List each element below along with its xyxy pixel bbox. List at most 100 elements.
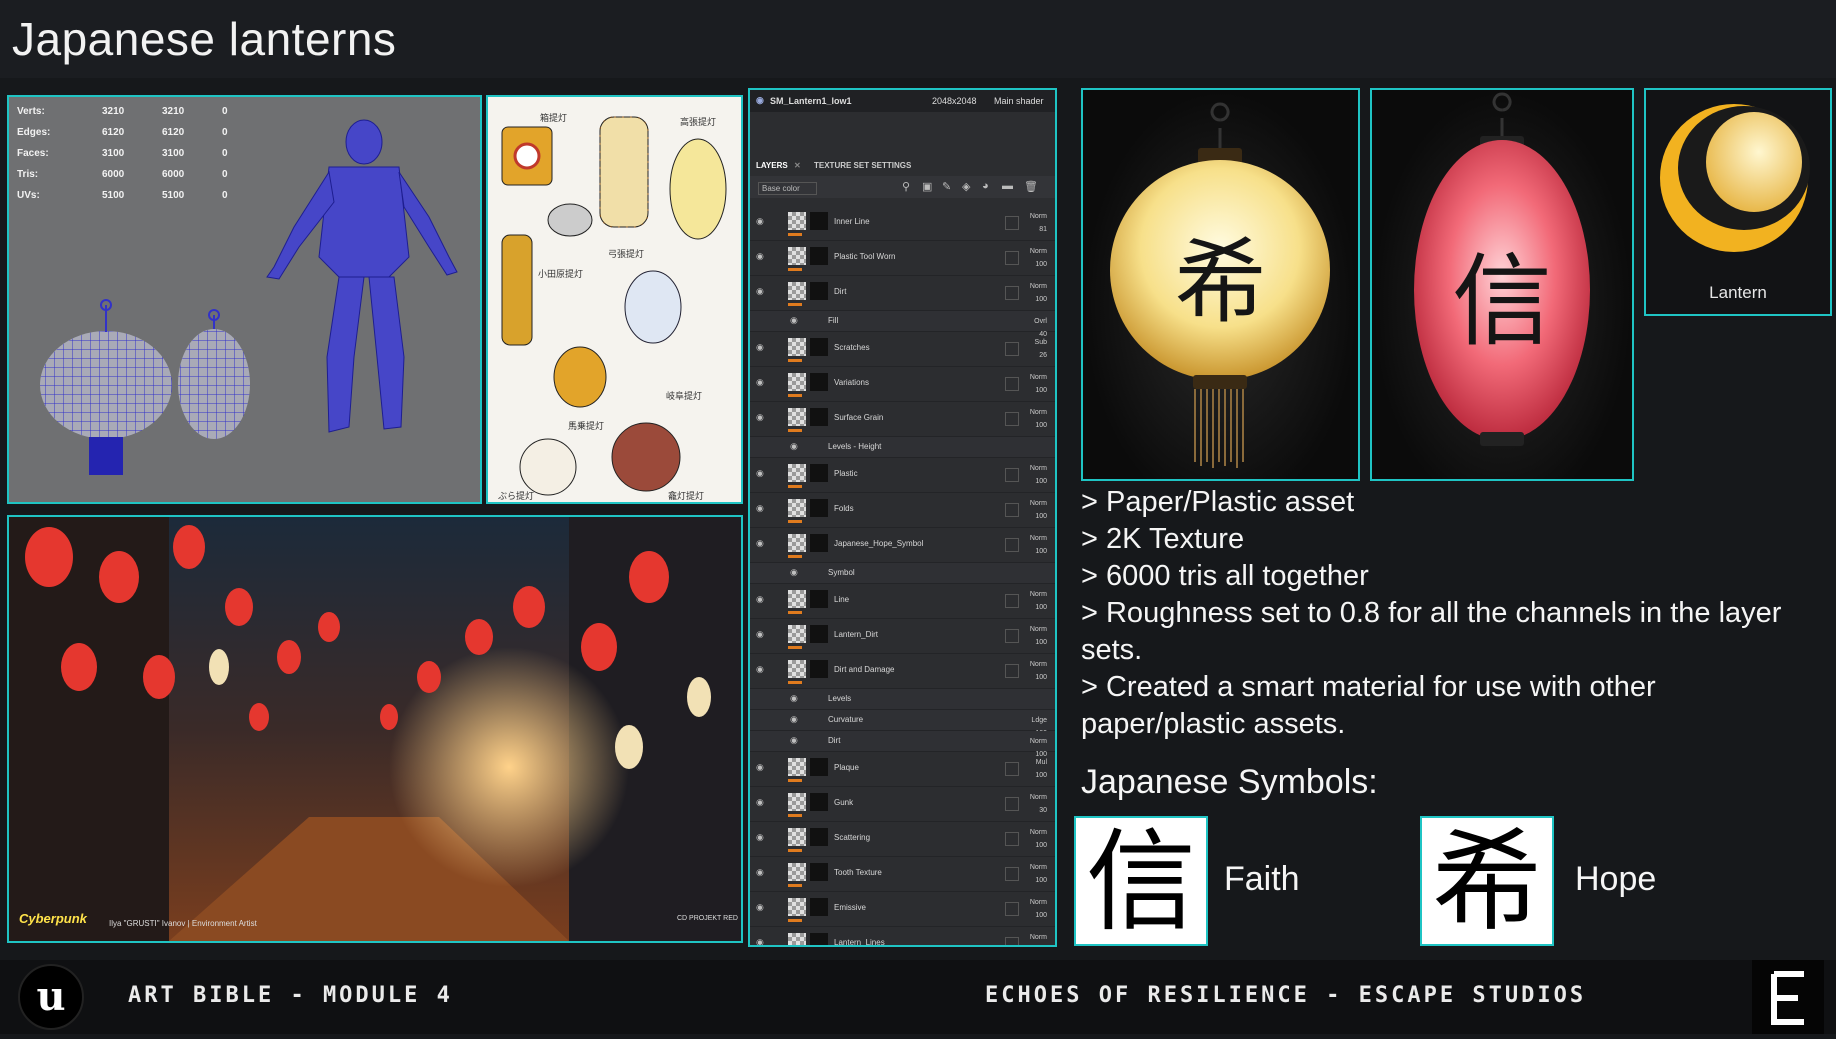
layer-opacity[interactable]: 26 — [1039, 352, 1047, 359]
layer-blend[interactable]: Norm100 — [1030, 861, 1047, 887]
tab-layers[interactable]: LAYERS — [756, 161, 788, 170]
eye-icon[interactable]: ◉ — [790, 735, 798, 746]
layer-blend[interactable]: Norm100 — [1030, 826, 1047, 852]
blend-mode[interactable]: Norm — [1030, 248, 1047, 255]
layer-checkbox[interactable] — [1005, 832, 1019, 846]
layer-checkbox[interactable] — [1005, 762, 1019, 776]
blend-mode[interactable]: Mul — [1036, 759, 1047, 766]
eye-icon[interactable]: ◉ — [756, 762, 764, 773]
layer-opacity[interactable]: 100 — [1035, 912, 1047, 919]
layer-row[interactable]: ◉ Lantern_Dirt Norm 100 — [750, 619, 1055, 654]
layer-row[interactable]: ◉ Emissive Norm 100 — [750, 892, 1055, 927]
brush-icon[interactable]: ✎ — [942, 180, 951, 193]
layer-checkbox[interactable] — [1005, 342, 1019, 356]
layer-opacity[interactable]: 100 — [1035, 772, 1047, 779]
eye-icon[interactable]: ◉ — [756, 664, 764, 675]
layer-opacity[interactable]: 100 — [1035, 261, 1047, 268]
eye-icon[interactable]: ◉ — [756, 832, 764, 843]
eye-icon[interactable]: ◉ — [756, 902, 764, 913]
blend-mode[interactable]: Norm — [1030, 738, 1047, 745]
eye-icon[interactable]: ◉ — [756, 797, 764, 808]
layer-checkbox[interactable] — [1005, 797, 1019, 811]
layer-blend[interactable]: Norm100 — [1030, 931, 1047, 945]
layer-checkbox[interactable] — [1005, 468, 1019, 482]
blend-mode[interactable]: Norm — [1030, 661, 1047, 668]
eye-icon[interactable]: ◉ — [756, 342, 764, 353]
eye-icon[interactable]: ◉ — [756, 286, 764, 297]
layer-effect-row[interactable]: ◉ Symbol — [750, 563, 1055, 584]
eye-icon[interactable]: ◉ — [790, 315, 798, 326]
layer-row[interactable]: ◉ Inner Line Norm 81 — [750, 206, 1055, 241]
layer-checkbox[interactable] — [1005, 286, 1019, 300]
layer-effect-row[interactable]: ◉ Levels - Height — [750, 437, 1055, 458]
eye-icon[interactable]: ◉ — [756, 867, 764, 878]
eye-icon[interactable]: ◉ — [756, 594, 764, 605]
blend-mode[interactable]: Norm — [1030, 465, 1047, 472]
layer-opacity[interactable]: 100 — [1035, 387, 1047, 394]
layer-blend[interactable]: Norm 100 — [1030, 497, 1047, 523]
layer-row[interactable]: ◉ Japanese_Hope_Symbol Norm 100 — [750, 528, 1055, 563]
close-icon[interactable]: ✕ — [794, 161, 801, 170]
blend-mode[interactable]: Norm — [1030, 283, 1047, 290]
eye-icon[interactable]: ◉ — [790, 693, 798, 704]
layer-blend[interactable]: Norm100 — [1030, 532, 1047, 558]
layer-blend[interactable]: Sub 26 — [1035, 336, 1047, 362]
layer-checkbox[interactable] — [1005, 377, 1019, 391]
trash-icon[interactable]: 🗑 — [1024, 180, 1038, 193]
wand-icon[interactable]: ⚲ — [902, 180, 910, 193]
blend-mode[interactable]: Norm — [1030, 409, 1047, 416]
eye-icon[interactable]: ◉ — [756, 538, 764, 549]
layer-checkbox[interactable] — [1005, 503, 1019, 517]
blend-mode[interactable]: Norm — [1030, 899, 1047, 906]
layer-effect-row[interactable]: ◉ Levels — [750, 689, 1055, 710]
eye-icon[interactable]: ◉ — [756, 412, 764, 423]
layer-row[interactable]: ◉ Tooth Texture Norm 100 — [750, 857, 1055, 892]
layer-row[interactable]: ◉ Variations Norm 100 — [750, 367, 1055, 402]
eye-icon[interactable]: ◉ — [756, 216, 764, 227]
fill-icon[interactable]: ◈ — [962, 180, 970, 193]
eye-icon[interactable]: ◉ — [756, 937, 764, 945]
layer-row[interactable]: ◉ Line Norm 100 — [750, 584, 1055, 619]
layer-blend[interactable]: Norm 100 — [1030, 896, 1047, 922]
layer-blend[interactable]: Norm 100 — [1030, 406, 1047, 432]
layer-blend[interactable]: Norm 81 — [1030, 210, 1047, 236]
folder-icon[interactable]: ▬ — [1002, 180, 1013, 192]
layer-opacity[interactable]: 100 — [1035, 296, 1047, 303]
layer-blend[interactable]: Norm 100 — [1030, 623, 1047, 649]
layer-row[interactable]: ◉ Scratches Sub 26 — [750, 332, 1055, 367]
blend-mode[interactable]: Sub — [1035, 339, 1047, 346]
blend-mode[interactable]: Norm — [1030, 864, 1047, 871]
layer-row[interactable]: ◉ Gunk Norm 30 — [750, 787, 1055, 822]
blend-mode[interactable]: Norm — [1030, 794, 1047, 801]
layer-blend[interactable]: Norm100 — [1030, 462, 1047, 488]
blend-mode[interactable]: Norm — [1030, 934, 1047, 941]
layer-row[interactable]: ◉ Plaque Mul 100 — [750, 752, 1055, 787]
texture-set-name[interactable]: SM_Lantern1_low1 — [770, 96, 852, 106]
layer-row[interactable]: ◉ Scattering Norm 100 — [750, 822, 1055, 857]
layer-effect-row[interactable]: ◉ Fill Ovrl 40 — [750, 311, 1055, 338]
eye-icon[interactable]: ◉ — [756, 629, 764, 640]
layer-blend[interactable]: Mul 100 — [1035, 756, 1047, 782]
layer-row[interactable]: ◉ Dirt and Damage Norm 100 — [750, 654, 1055, 689]
layer-opacity[interactable]: 100 — [1035, 422, 1047, 429]
blend-mode[interactable]: Norm — [1030, 591, 1047, 598]
layer-blend[interactable]: Norm100 — [1030, 658, 1047, 684]
layer-row[interactable]: ◉ Surface Grain Norm 100 — [750, 402, 1055, 437]
layer-checkbox[interactable] — [1005, 867, 1019, 881]
layer-checkbox[interactable] — [1005, 937, 1019, 945]
layer-row[interactable]: ◉ Dirt Norm 100 — [750, 276, 1055, 311]
mask-icon[interactable]: ▣ — [922, 180, 932, 193]
layer-row[interactable]: ◉ Folds Norm 100 — [750, 493, 1055, 528]
layer-blend[interactable]: Norm100 — [1030, 371, 1047, 397]
layer-row[interactable]: ◉ Plastic Tool Worn Norm 100 — [750, 241, 1055, 276]
blend-mode[interactable]: Norm — [1030, 626, 1047, 633]
layer-checkbox[interactable] — [1005, 251, 1019, 265]
eye-icon[interactable]: ◉ — [756, 468, 764, 479]
blend-mode[interactable]: Norm — [1030, 535, 1047, 542]
layer-opacity[interactable]: 100 — [1035, 513, 1047, 520]
blend-mode[interactable]: Norm — [1030, 500, 1047, 507]
eye-icon[interactable]: ◉ — [790, 567, 798, 578]
layer-opacity[interactable]: 100 — [1035, 842, 1047, 849]
layer-opacity[interactable]: 100 — [1035, 639, 1047, 646]
layer-opacity[interactable]: 100 — [1035, 604, 1047, 611]
